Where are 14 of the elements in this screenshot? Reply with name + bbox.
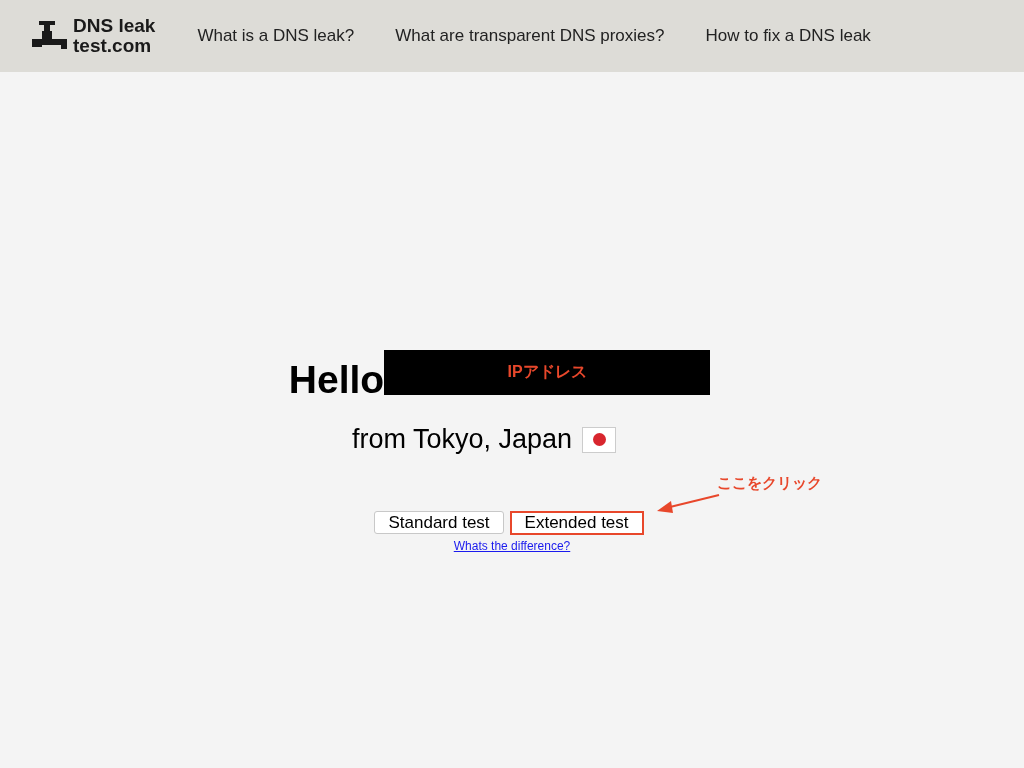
annotation-label: ここをクリック — [717, 474, 823, 493]
annotation-arrow — [656, 493, 721, 515]
difference-link[interactable]: Whats the difference? — [453, 539, 571, 553]
redaction-label: IPアドレス — [507, 362, 587, 382]
hello-heading: Hello — [288, 358, 385, 402]
flag-icon — [582, 426, 617, 453]
nav-link[interactable]: What is a DNS leak? — [197, 26, 355, 46]
nav-link[interactable]: How to fix a DNS leak — [705, 26, 871, 46]
logo-text: test.com — [73, 36, 153, 56]
location-text: from Tokyo, Japan — [351, 424, 573, 455]
nav-link[interactable]: What are transparent DNS proxies? — [395, 26, 665, 46]
test-button[interactable]: Extended test — [509, 511, 644, 535]
logo-text: DNS leak — [73, 16, 156, 36]
test-button[interactable]: Standard test — [374, 511, 504, 534]
